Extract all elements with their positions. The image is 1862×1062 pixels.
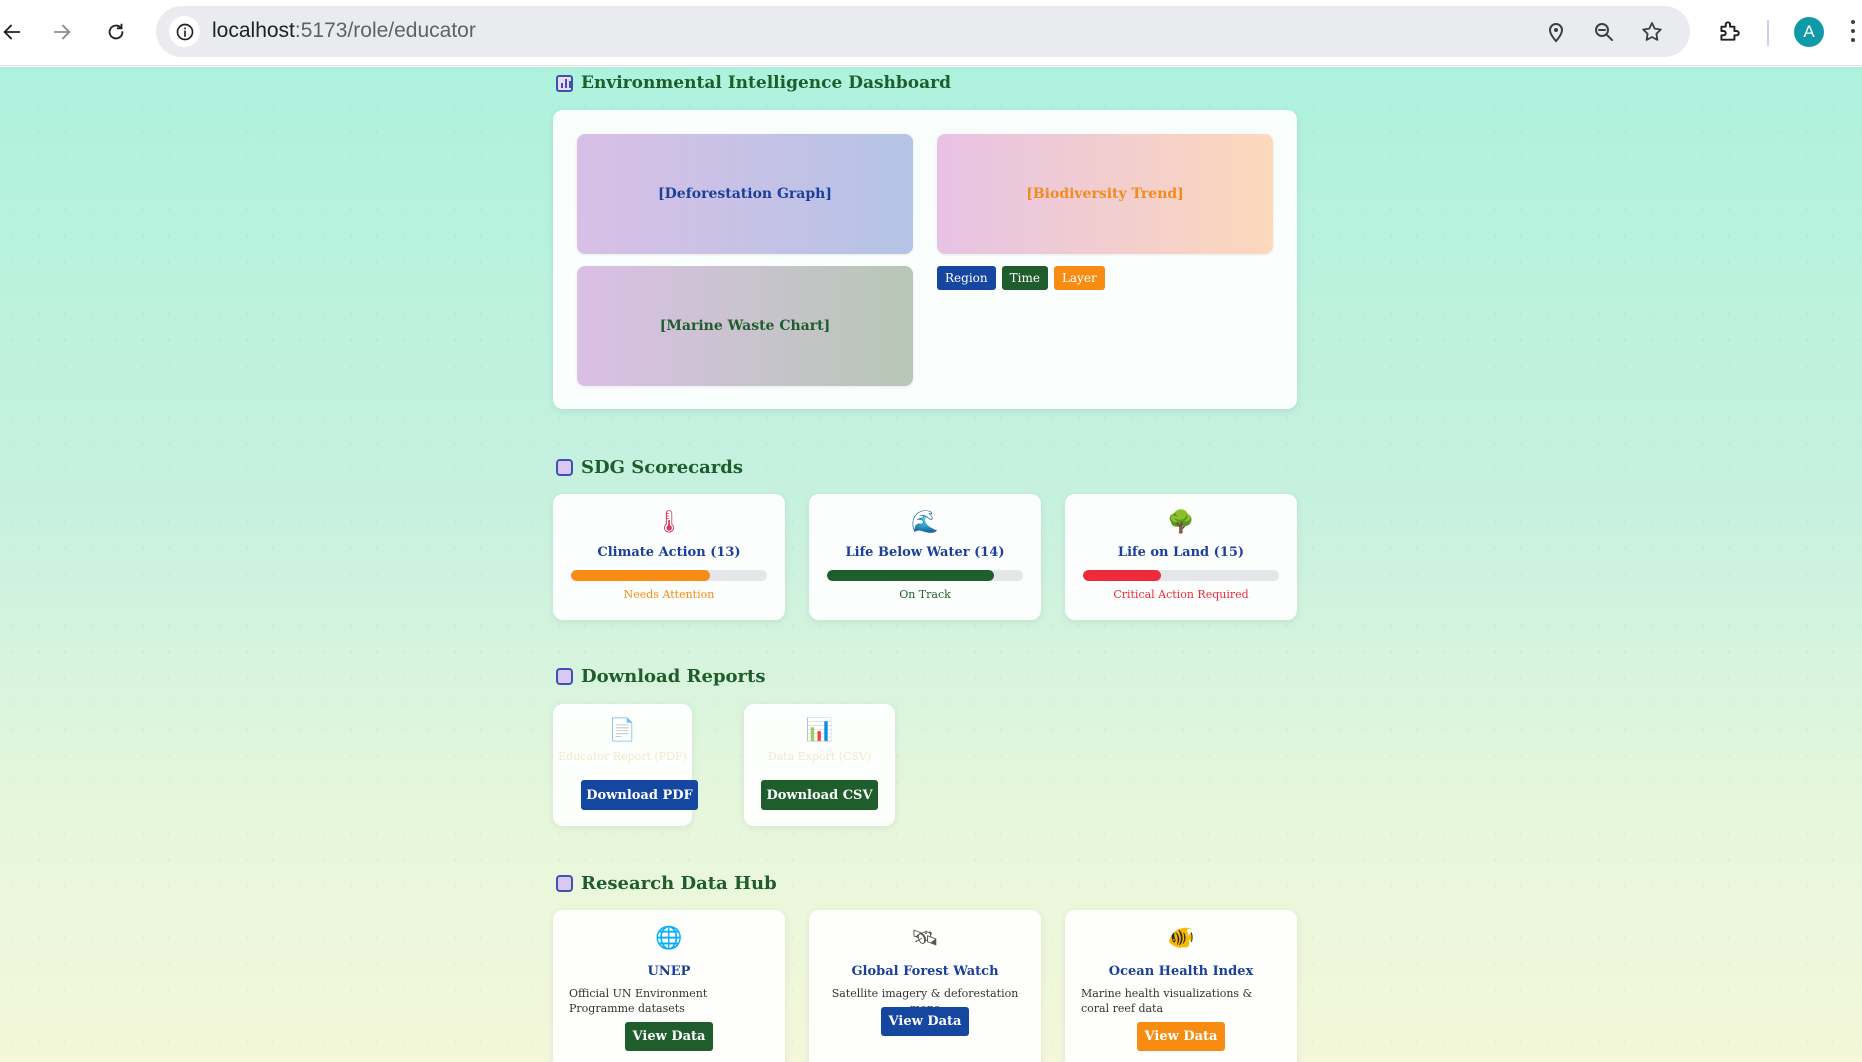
dashboard-filters: Region Time Layer: [937, 266, 1105, 290]
wave-icon: 🌊: [911, 510, 939, 535]
square-icon: [556, 459, 573, 476]
region-filter-button[interactable]: Region: [937, 266, 996, 290]
sdg-progress-track: [1083, 570, 1279, 581]
research-heading: Research Data Hub: [556, 873, 777, 894]
marine-waste-chart-label: [Marine Waste Chart]: [659, 318, 831, 334]
report-label: Data Export (CSV): [767, 750, 872, 763]
bar-chart-icon: [556, 74, 573, 92]
research-card-desc: Marine health visualizations & coral ree…: [1081, 987, 1253, 1015]
satellite-icon: 🛰: [911, 926, 939, 951]
info-icon: [176, 23, 193, 40]
globe-icon: 🌐: [655, 926, 683, 951]
unep-view-data-button[interactable]: View Data: [625, 1022, 713, 1051]
forward-button[interactable]: [44, 14, 80, 50]
document-icon: 📄: [608, 718, 637, 743]
thermometer-icon: 🌡: [655, 510, 683, 535]
sdg-progress-fill: [827, 570, 994, 581]
research-card-name: UNEP: [647, 964, 691, 979]
sdg-progress-track: [827, 570, 1023, 581]
gfw-view-data-button[interactable]: View Data: [881, 1007, 969, 1036]
browser-menu-button[interactable]: [1851, 20, 1857, 46]
back-arrow-icon: [3, 24, 21, 40]
url-text[interactable]: localhost:5173/role/educator: [212, 19, 476, 43]
dashboard-title: Environmental Intelligence Dashboard: [581, 73, 951, 93]
profile-avatar[interactable]: A: [1794, 17, 1824, 47]
bookmark-button[interactable]: [1638, 18, 1666, 46]
back-button[interactable]: [0, 14, 30, 50]
download-pdf-button[interactable]: Download PDF: [581, 780, 698, 810]
research-card-desc: Official UN Environment Programme datase…: [569, 987, 708, 1015]
page-content: Environmental Intelligence Dashboard [De…: [0, 67, 1862, 1062]
reports-heading: Download Reports: [556, 666, 766, 687]
sdg-title: SDG Scorecards: [581, 457, 743, 478]
puzzle-icon: [1720, 21, 1740, 41]
toolbar-divider: [1767, 20, 1769, 46]
biodiversity-trend[interactable]: [Biodiversity Trend]: [937, 134, 1273, 254]
url-host: localhost: [212, 19, 295, 42]
zoom-button[interactable]: [1590, 18, 1618, 46]
bar-chart-icon: 📊: [805, 718, 834, 743]
location-pin-icon: [1548, 23, 1564, 43]
report-card-pdf: 📄 Educator Report (PDF) Download PDF: [553, 704, 698, 826]
report-card-csv: 📊 Data Export (CSV) Download CSV: [744, 704, 895, 826]
research-card-name: Ocean Health Index: [1108, 964, 1254, 979]
research-card-ohi: 🐠 Ocean Health Index Marine health visua…: [1065, 910, 1297, 1062]
address-bar[interactable]: localhost:5173/role/educator: [156, 6, 1690, 57]
time-filter-button[interactable]: Time: [1001, 266, 1048, 290]
square-icon: [556, 668, 573, 685]
sdg-card-climate: 🌡 Climate Action (13) Needs Attention: [553, 494, 785, 620]
zoom-out-icon: [1595, 23, 1613, 41]
research-card-name: Global Forest Watch: [851, 964, 999, 979]
sdg-card-name: Life Below Water (14): [845, 545, 1005, 560]
sdg-progress-fill: [571, 570, 711, 581]
url-path: :5173/role/educator: [294, 19, 476, 42]
extensions-button[interactable]: [1712, 14, 1746, 48]
sdg-progress-fill: [1083, 570, 1162, 581]
sdg-status-text: Needs Attention: [623, 588, 715, 601]
sdg-card-name: Life on Land (15): [1117, 545, 1245, 560]
sdg-card-name: Climate Action (13): [597, 545, 741, 560]
marine-waste-chart[interactable]: [Marine Waste Chart]: [577, 266, 913, 386]
sdg-status-text: Critical Action Required: [1113, 588, 1249, 601]
layer-filter-button[interactable]: Layer: [1053, 266, 1105, 290]
reload-icon: [108, 23, 124, 40]
biodiversity-trend-label: [Biodiversity Trend]: [1026, 186, 1184, 202]
sdg-card-water: 🌊 Life Below Water (14) On Track: [809, 494, 1041, 620]
reload-button[interactable]: [98, 14, 134, 50]
location-button[interactable]: [1542, 18, 1570, 46]
ohi-view-data-button[interactable]: View Data: [1137, 1022, 1225, 1051]
dashboard-heading: Environmental Intelligence Dashboard: [556, 73, 951, 93]
deforestation-graph[interactable]: [Deforestation Graph]: [577, 134, 913, 254]
download-csv-button[interactable]: Download CSV: [761, 780, 878, 810]
sdg-card-land: 🌳 Life on Land (15) Critical Action Requ…: [1065, 494, 1297, 620]
research-title: Research Data Hub: [581, 873, 777, 894]
fish-icon: 🐠: [1167, 926, 1195, 951]
star-icon: [1642, 22, 1662, 41]
square-icon: [556, 875, 573, 892]
reports-title: Download Reports: [581, 666, 766, 687]
sdg-status-text: On Track: [899, 588, 951, 601]
sdg-heading: SDG Scorecards: [556, 457, 743, 478]
forward-arrow-icon: [53, 24, 71, 40]
report-label: Educator Report (PDF): [558, 750, 687, 763]
research-card-gfw: 🛰 Global Forest Watch Satellite imagery …: [809, 910, 1041, 1062]
sdg-progress-track: [571, 570, 767, 581]
deforestation-graph-label: [Deforestation Graph]: [658, 186, 832, 202]
research-card-unep: 🌐 UNEP Official UN Environment Programme…: [553, 910, 785, 1062]
dashboard-panel: [Deforestation Graph] [Biodiversity Tren…: [553, 110, 1297, 409]
site-info-button[interactable]: [169, 16, 200, 47]
browser-toolbar: localhost:5173/role/educator A: [0, 0, 1862, 66]
tree-icon: 🌳: [1167, 510, 1195, 535]
